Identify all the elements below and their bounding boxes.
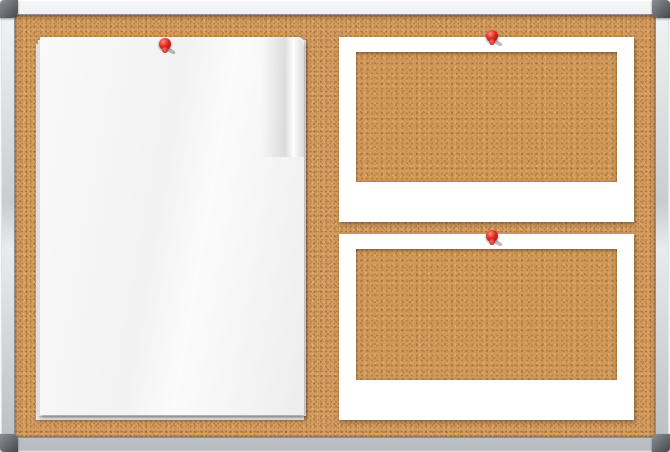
pushpin-stem <box>489 239 495 245</box>
cork-board <box>0 0 670 452</box>
corner-cap-top-right <box>652 0 670 18</box>
corner-cap-bottom-right <box>652 434 670 452</box>
pushpin-icon[interactable] <box>484 230 504 248</box>
corner-cap-bottom-left <box>0 434 18 452</box>
photo-frame-top[interactable] <box>339 37 634 222</box>
photo-frame-bottom-window <box>356 249 617 380</box>
pushpin-stem <box>162 47 168 53</box>
pushpin-icon[interactable] <box>484 30 504 48</box>
corner-cap-top-left <box>0 0 18 18</box>
pushpin-stem <box>489 39 495 45</box>
photo-frame-top-window <box>356 52 617 182</box>
paper-curl <box>262 37 304 157</box>
pushpin-icon[interactable] <box>157 38 177 56</box>
photo-frame-bottom[interactable] <box>339 234 634 420</box>
